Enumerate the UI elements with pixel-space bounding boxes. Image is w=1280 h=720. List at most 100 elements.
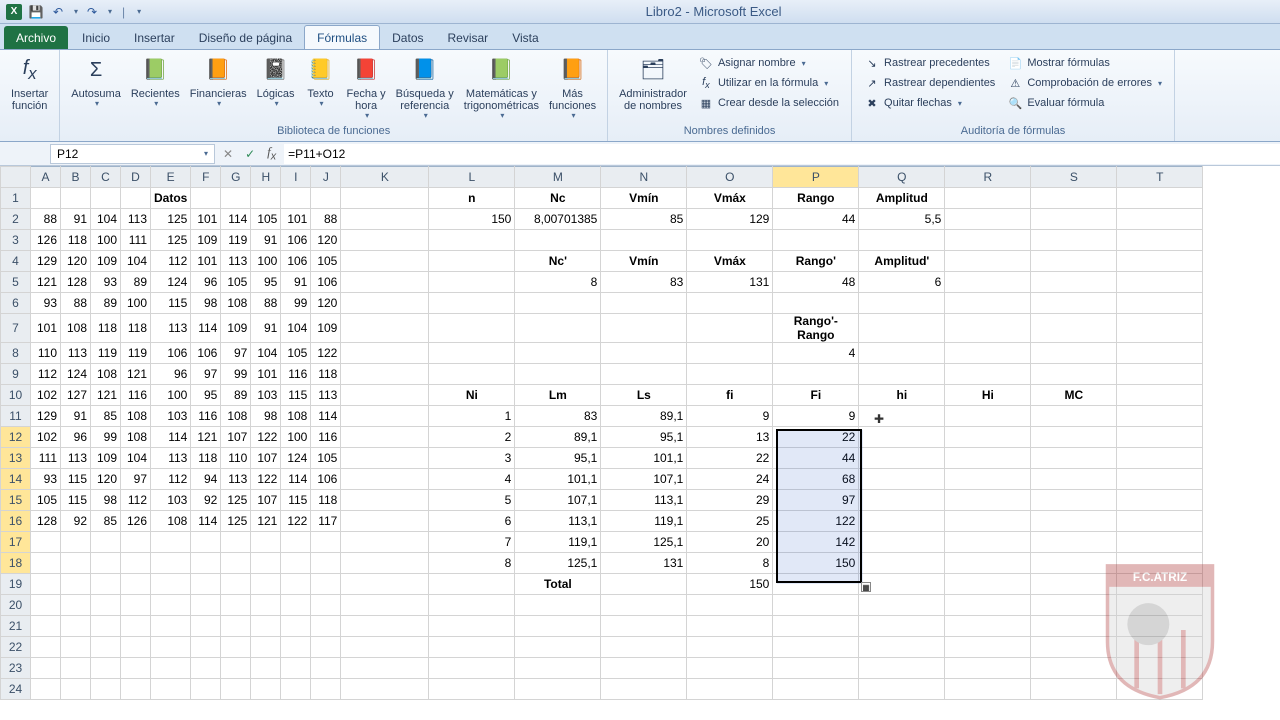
cell-R3[interactable] [945, 230, 1031, 251]
row-header-22[interactable]: 22 [1, 637, 31, 658]
cell-K8[interactable] [341, 343, 429, 364]
cell-A11[interactable]: 129 [31, 406, 61, 427]
cell-E2[interactable]: 125 [151, 209, 191, 230]
cell-P10[interactable]: Fi [773, 385, 859, 406]
row-header-9[interactable]: 9 [1, 364, 31, 385]
cell-I19[interactable] [281, 574, 311, 595]
cell-J11[interactable]: 114 [311, 406, 341, 427]
cell-A10[interactable]: 102 [31, 385, 61, 406]
cell-D5[interactable]: 89 [121, 272, 151, 293]
datetime-button[interactable]: 📕Fecha y hora▾ [342, 52, 391, 123]
cell-L5[interactable] [429, 272, 515, 293]
cell-J5[interactable]: 106 [311, 272, 341, 293]
row-header-14[interactable]: 14 [1, 469, 31, 490]
cell-A14[interactable]: 93 [31, 469, 61, 490]
name-box-dropdown-icon[interactable]: ▾ [204, 149, 208, 158]
cell-O1[interactable]: Vmáx [687, 188, 773, 209]
cell-I3[interactable]: 106 [281, 230, 311, 251]
cell-E21[interactable] [151, 616, 191, 637]
cell-M19[interactable]: Total [515, 574, 601, 595]
cell-P24[interactable] [773, 679, 859, 700]
cell-F20[interactable] [191, 595, 221, 616]
cell-Q16[interactable] [859, 511, 945, 532]
tab-insertar[interactable]: Insertar [122, 26, 187, 49]
row-header-18[interactable]: 18 [1, 553, 31, 574]
cell-H5[interactable]: 95 [251, 272, 281, 293]
cell-F23[interactable] [191, 658, 221, 679]
cell-A20[interactable] [31, 595, 61, 616]
cell-A9[interactable]: 112 [31, 364, 61, 385]
cell-P4[interactable]: Rango' [773, 251, 859, 272]
cell-B1[interactable] [61, 188, 91, 209]
cell-I5[interactable]: 91 [281, 272, 311, 293]
cell-I2[interactable]: 101 [281, 209, 311, 230]
cell-O22[interactable] [687, 637, 773, 658]
col-header-C[interactable]: C [91, 167, 121, 188]
cell-L20[interactable] [429, 595, 515, 616]
cell-T13[interactable] [1117, 448, 1203, 469]
cell-A23[interactable] [31, 658, 61, 679]
cell-Q12[interactable] [859, 427, 945, 448]
tab-vista[interactable]: Vista [500, 26, 550, 49]
row-header-13[interactable]: 13 [1, 448, 31, 469]
cell-O10[interactable]: fi [687, 385, 773, 406]
cell-S11[interactable] [1031, 406, 1117, 427]
cell-M6[interactable] [515, 293, 601, 314]
cell-M7[interactable] [515, 314, 601, 343]
cell-L8[interactable] [429, 343, 515, 364]
cell-E12[interactable]: 114 [151, 427, 191, 448]
cell-G24[interactable] [221, 679, 251, 700]
cell-T1[interactable] [1117, 188, 1203, 209]
cell-Q8[interactable] [859, 343, 945, 364]
cell-R7[interactable] [945, 314, 1031, 343]
cell-B12[interactable]: 96 [61, 427, 91, 448]
row-header-1[interactable]: 1 [1, 188, 31, 209]
cell-R18[interactable] [945, 553, 1031, 574]
qat-customize-icon[interactable]: ▾ [137, 7, 141, 16]
cell-B13[interactable]: 113 [61, 448, 91, 469]
cell-G14[interactable]: 113 [221, 469, 251, 490]
cell-D10[interactable]: 116 [121, 385, 151, 406]
cell-N24[interactable] [601, 679, 687, 700]
cell-D17[interactable] [121, 532, 151, 553]
cell-T9[interactable] [1117, 364, 1203, 385]
cell-H6[interactable]: 88 [251, 293, 281, 314]
cell-H9[interactable]: 101 [251, 364, 281, 385]
cell-H2[interactable]: 105 [251, 209, 281, 230]
cell-N23[interactable] [601, 658, 687, 679]
cell-D24[interactable] [121, 679, 151, 700]
cell-I9[interactable]: 116 [281, 364, 311, 385]
cell-C13[interactable]: 109 [91, 448, 121, 469]
cell-K12[interactable] [341, 427, 429, 448]
cell-F8[interactable]: 106 [191, 343, 221, 364]
cell-E19[interactable] [151, 574, 191, 595]
cell-H21[interactable] [251, 616, 281, 637]
cell-H24[interactable] [251, 679, 281, 700]
cell-G18[interactable] [221, 553, 251, 574]
cell-S1[interactable] [1031, 188, 1117, 209]
cell-S5[interactable] [1031, 272, 1117, 293]
cell-M21[interactable] [515, 616, 601, 637]
cell-O9[interactable] [687, 364, 773, 385]
cell-K7[interactable] [341, 314, 429, 343]
cell-Q23[interactable] [859, 658, 945, 679]
cell-N13[interactable]: 101,1 [601, 448, 687, 469]
cell-B6[interactable]: 88 [61, 293, 91, 314]
cell-R12[interactable] [945, 427, 1031, 448]
lookup-button[interactable]: 📘Búsqueda y referencia▾ [391, 52, 459, 123]
redo-dropdown-icon[interactable]: ▾ [108, 7, 112, 16]
cell-L3[interactable] [429, 230, 515, 251]
more-functions-button[interactable]: 📙Más funciones▾ [544, 52, 601, 123]
cell-L15[interactable]: 5 [429, 490, 515, 511]
cell-K17[interactable] [341, 532, 429, 553]
cell-F3[interactable]: 109 [191, 230, 221, 251]
cell-G7[interactable]: 109 [221, 314, 251, 343]
cell-D14[interactable]: 97 [121, 469, 151, 490]
cell-L22[interactable] [429, 637, 515, 658]
cell-S7[interactable] [1031, 314, 1117, 343]
row-header-20[interactable]: 20 [1, 595, 31, 616]
cell-R17[interactable] [945, 532, 1031, 553]
cell-E8[interactable]: 106 [151, 343, 191, 364]
cell-F15[interactable]: 92 [191, 490, 221, 511]
cell-R19[interactable] [945, 574, 1031, 595]
